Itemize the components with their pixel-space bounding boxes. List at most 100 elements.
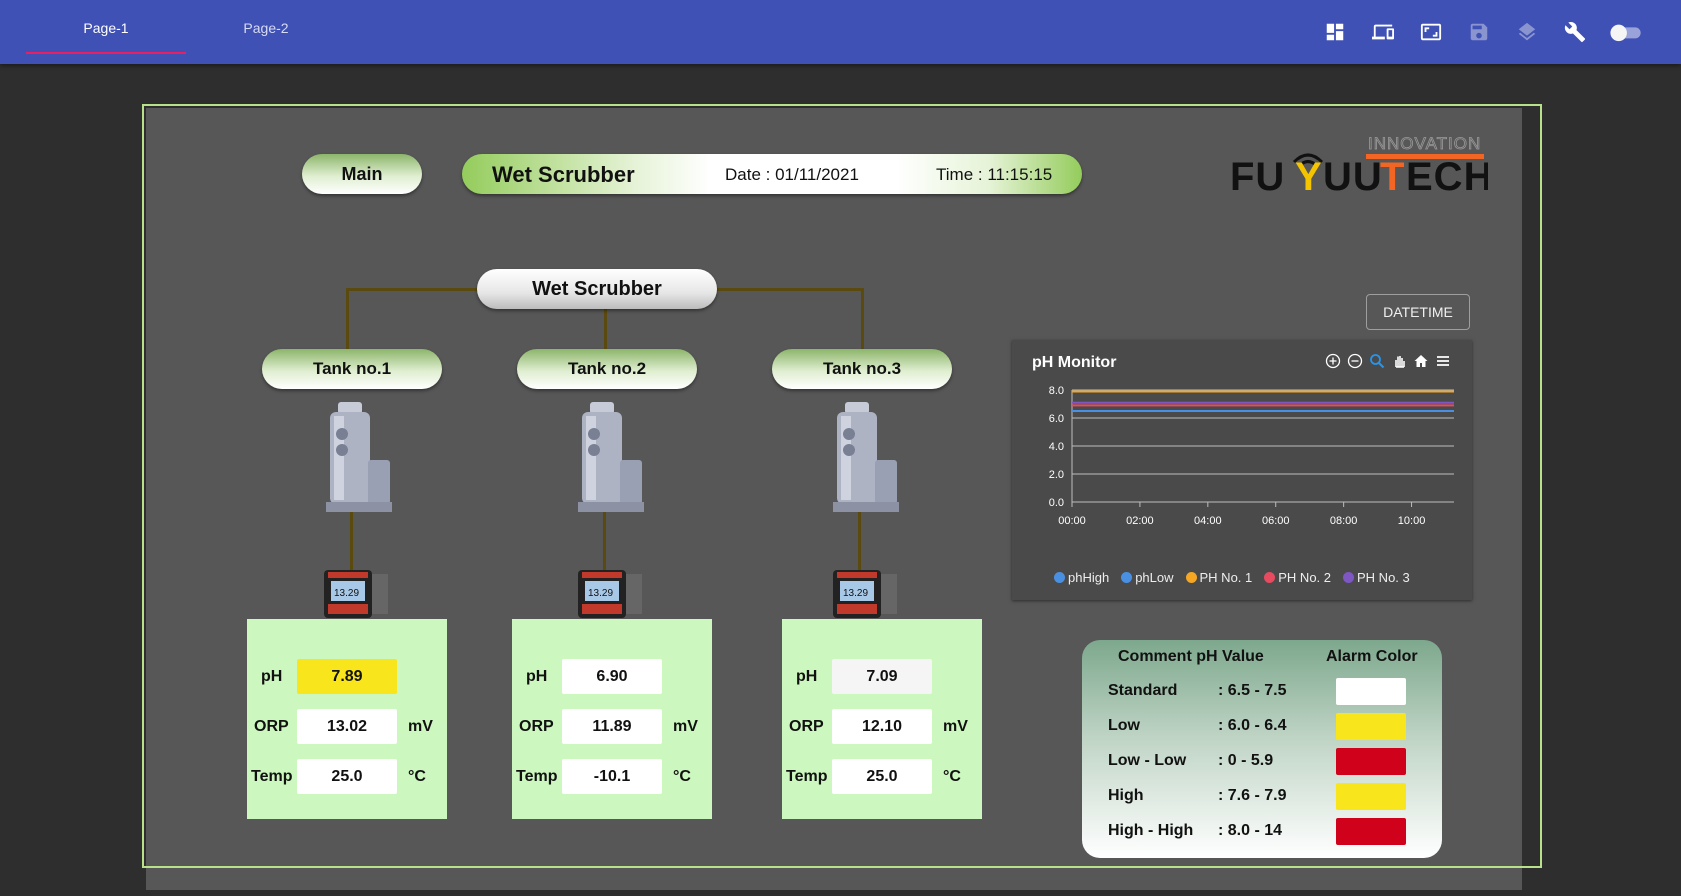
alarm-legend-table: Comment pH Value Alarm Color Standard : … <box>1082 640 1442 858</box>
wet-scrubber-node[interactable]: Wet Scrubber <box>477 269 717 309</box>
tank-3-readings-card: pH 7.09 ORP 12.10 mV Temp 25.0 °C <box>782 619 982 819</box>
svg-text:ECH: ECH <box>1406 155 1488 198</box>
alarm-row-name: High <box>1108 787 1144 804</box>
orp-label: ORP <box>254 718 289 735</box>
alarm-color-swatch <box>1336 678 1406 705</box>
main-button[interactable]: Main <box>302 154 422 194</box>
y-tick-label: 6.0 <box>1049 413 1064 425</box>
svg-text:UU: UU <box>1323 155 1383 198</box>
active-tab-indicator <box>26 52 186 54</box>
time-display: Time : 11:15:15 <box>936 165 1053 184</box>
tank-1-readings-card: pH 7.89 ORP 13.02 mV Temp 25.0 °C <box>247 619 447 819</box>
orp-label: ORP <box>519 718 554 735</box>
temp-label: Temp <box>786 768 828 785</box>
fuyuutech-logo: INNOVATION FU Y UU T ECH <box>1228 132 1492 199</box>
temp-value: 25.0 <box>297 759 397 794</box>
x-tick-label: 06:00 <box>1262 515 1290 527</box>
x-tick-label: 04:00 <box>1194 515 1222 527</box>
legend-item[interactable]: PH No. 3 <box>1343 570 1410 585</box>
temp-unit: °C <box>673 768 691 785</box>
page-title: Wet Scrubber <box>492 162 635 187</box>
tank-1-label[interactable]: Tank no.1 <box>262 349 442 389</box>
y-tick-label: 0.0 <box>1049 497 1064 509</box>
alarm-row-range: : 7.6 - 7.9 <box>1218 787 1287 804</box>
meter-reading: 13.29 <box>843 588 868 599</box>
legend-marker <box>1121 572 1133 583</box>
alarm-color-swatch <box>1336 748 1406 775</box>
alarm-color-swatch <box>1336 818 1406 845</box>
ph-meter-2-image: 13.29 <box>578 570 642 618</box>
svg-text:INNOVATION: INNOVATION <box>1368 134 1481 153</box>
temp-value: -10.1 <box>562 759 662 794</box>
alarm-row-name: Low <box>1108 717 1140 734</box>
x-tick-label: 02:00 <box>1126 515 1154 527</box>
alarm-color-header: Alarm Color <box>1326 648 1418 665</box>
wrench-icon[interactable] <box>1563 20 1587 44</box>
ph-value: 6.90 <box>562 659 662 694</box>
tank-2-label[interactable]: Tank no.2 <box>517 349 697 389</box>
temp-label: Temp <box>251 768 293 785</box>
alarm-row-range: : 6.5 - 7.5 <box>1218 682 1287 699</box>
legend-label: phHigh <box>1068 570 1110 585</box>
tab-page-1[interactable]: Page-1 <box>26 0 186 56</box>
temp-value: 25.0 <box>832 759 932 794</box>
x-tick-label: 08:00 <box>1330 515 1358 527</box>
legend-marker <box>1264 572 1276 583</box>
alarm-row-name: Low - Low <box>1108 752 1187 769</box>
header-banner: Wet Scrubber Date : 01/11/2021 Time : 11… <box>462 154 1082 194</box>
ph-monitor-chart: pH Monitor 0.0 2.0 4.0 6.0 8.0 00:00 02:00 04:0… <box>1012 340 1472 600</box>
temp-unit: °C <box>408 768 426 785</box>
connector-line <box>858 510 861 572</box>
legend-label: phLow <box>1135 570 1174 585</box>
legend-item[interactable]: phHigh <box>1054 570 1109 585</box>
ph-meter-3-image: 13.29 <box>833 570 897 618</box>
ph-value: 7.89 <box>297 659 397 694</box>
orp-value: 12.10 <box>832 709 932 744</box>
connector-line <box>346 288 349 350</box>
ph-meter-1-image: 13.29 <box>324 570 388 618</box>
toggle-icon[interactable] <box>1606 20 1646 44</box>
devices-icon[interactable] <box>1371 20 1395 44</box>
datetime-button[interactable]: DATETIME <box>1366 294 1470 330</box>
alarm-color-swatch <box>1336 713 1406 740</box>
orp-unit: mV <box>408 718 433 735</box>
ph-value: 7.09 <box>832 659 932 694</box>
tank-2-readings-card: pH 6.90 ORP 11.89 mV Temp -10.1 °C <box>512 619 712 819</box>
y-tick-label: 4.0 <box>1049 441 1064 453</box>
alarm-row-range: : 6.0 - 6.4 <box>1218 717 1287 734</box>
meter-reading: 13.29 <box>334 588 359 599</box>
alarm-color-swatch <box>1336 783 1406 810</box>
legend-item[interactable]: PH No. 1 <box>1185 570 1253 585</box>
meter-reading: 13.29 <box>588 588 613 599</box>
alarm-row-name: High - High <box>1108 822 1194 839</box>
x-tick-label: 10:00 <box>1398 515 1426 527</box>
legend-item[interactable]: phLow <box>1121 570 1174 585</box>
connector-line <box>603 510 606 572</box>
connector-line <box>350 510 353 572</box>
connector-line <box>861 288 864 350</box>
fullscreen-icon[interactable] <box>1419 20 1443 44</box>
legend-marker <box>1185 572 1197 583</box>
svg-text:Y: Y <box>1295 155 1322 198</box>
y-tick-label: 2.0 <box>1049 469 1064 481</box>
dashboard-icon[interactable] <box>1323 20 1347 44</box>
legend-label: PH No. 1 <box>1199 570 1253 585</box>
svg-text:T: T <box>1380 155 1404 198</box>
alarm-row-range: : 0 - 5.9 <box>1218 752 1274 769</box>
layers-icon[interactable] <box>1515 20 1539 44</box>
date-display: Date : 01/11/2021 <box>725 165 859 184</box>
tab-page-2[interactable]: Page-2 <box>186 0 346 56</box>
scrubber-tower-1-image <box>326 402 392 512</box>
legend-item[interactable]: PH No. 2 <box>1264 570 1331 585</box>
save-icon[interactable] <box>1467 20 1491 44</box>
legend-marker <box>1054 572 1065 583</box>
top-app-bar: Page-1 Page-2 <box>0 0 1681 64</box>
ph-label: pH <box>796 668 818 685</box>
legend-marker <box>1343 572 1355 583</box>
tank-3-label[interactable]: Tank no.3 <box>772 349 952 389</box>
temp-label: Temp <box>516 768 558 785</box>
orp-unit: mV <box>673 718 698 735</box>
svg-text:FU: FU <box>1230 155 1285 198</box>
x-tick-label: 00:00 <box>1058 515 1086 527</box>
orp-value: 13.02 <box>297 709 397 744</box>
